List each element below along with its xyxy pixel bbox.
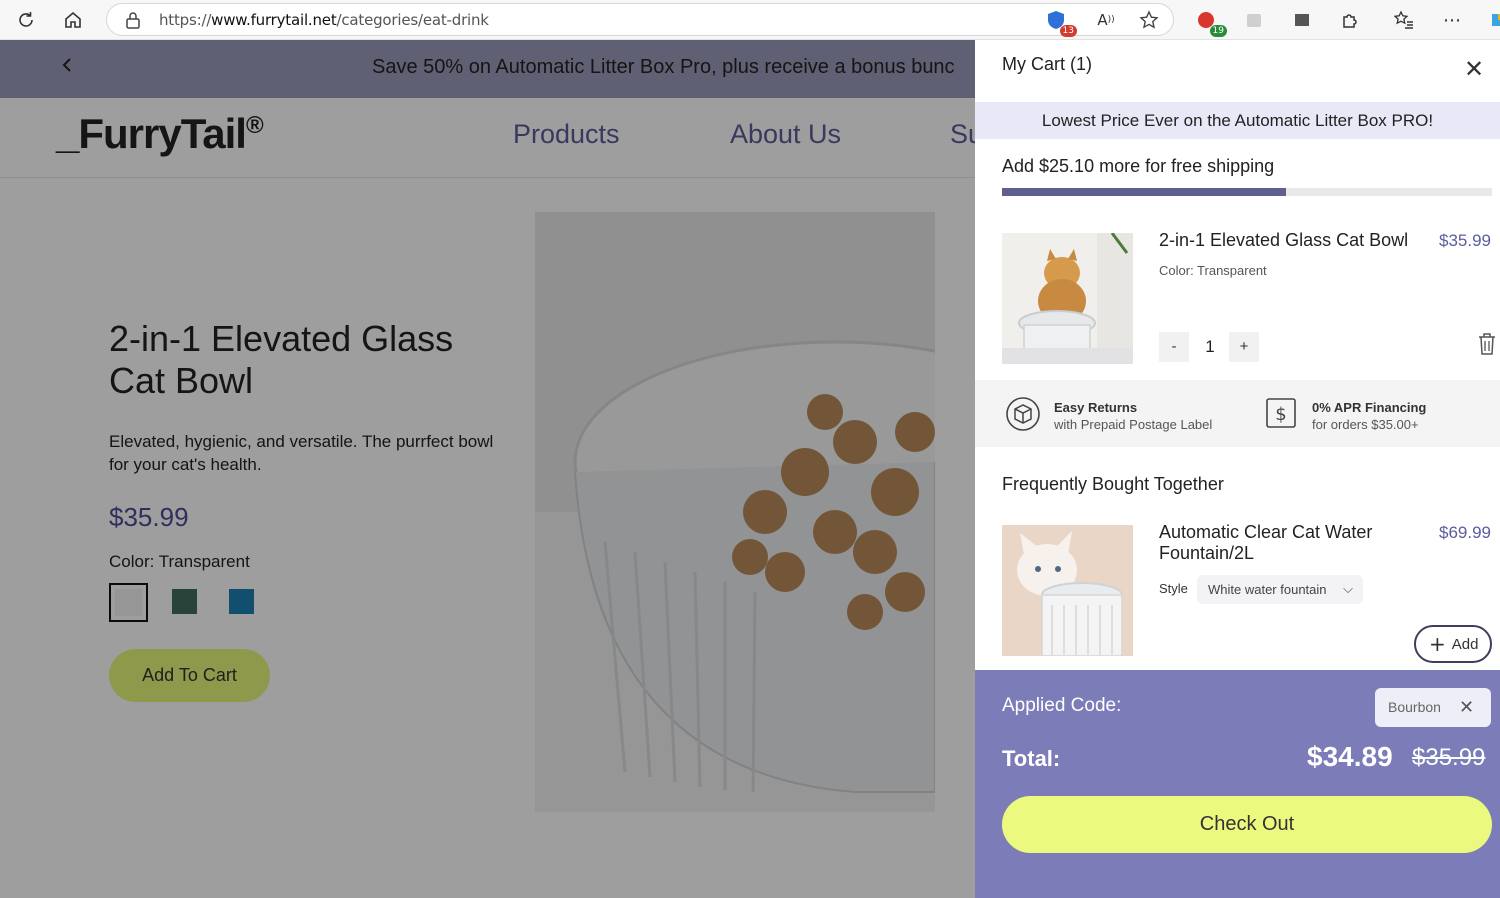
fbt-product-price: $69.99 — [1439, 523, 1491, 542]
total-discounted-price: $34.89 — [1307, 741, 1393, 772]
remove-code-icon[interactable]: ✕ — [1459, 688, 1474, 727]
perk-returns-title: Easy Returns — [1054, 400, 1138, 415]
url-domain: www.furrytail.net — [211, 11, 337, 29]
read-aloud-icon[interactable]: A)) — [1092, 6, 1120, 34]
cart-item-name[interactable]: 2-in-1 Elevated Glass Cat Bowl — [1159, 230, 1408, 251]
quantity-value[interactable]: 1 — [1195, 332, 1225, 362]
fbt-product-image[interactable] — [1002, 525, 1133, 656]
style-select[interactable]: White water fountain ⌵ — [1197, 575, 1363, 604]
perk-financing-title: 0% APR Financing — [1312, 400, 1427, 415]
home-icon[interactable] — [59, 6, 87, 34]
quantity-decrease-button[interactable]: - — [1159, 332, 1189, 362]
lock-icon[interactable] — [125, 11, 141, 34]
box-return-icon — [1005, 396, 1041, 437]
cart-promo-banner: Lowest Price Ever on the Automatic Litte… — [975, 102, 1500, 139]
shipping-progress-bar — [1002, 188, 1492, 196]
extension-shield-icon[interactable]: 13 — [1042, 6, 1077, 37]
plus-icon: + — [1429, 632, 1446, 656]
cart-item-color: Color: Transparent — [1159, 263, 1267, 278]
cart-summary: Applied Code: Bourbon ✕ Total: $34.89 $3… — [975, 670, 1500, 898]
product-page: Save 50% on Automatic Litter Box Pro, pl… — [0, 40, 975, 898]
extension-gray-icon[interactable] — [1240, 6, 1268, 34]
extension-badge: 13 — [1059, 25, 1077, 37]
refresh-icon[interactable] — [12, 6, 40, 34]
page-overlay[interactable] — [0, 40, 975, 898]
style-selected-value: White water fountain — [1208, 582, 1327, 597]
applied-code-chip: Bourbon ✕ — [1375, 688, 1491, 727]
trash-icon[interactable] — [1477, 332, 1497, 356]
checkout-button[interactable]: Check Out — [1002, 796, 1492, 853]
fbt-product-name[interactable]: Automatic Clear Cat Water Fountain/2L — [1159, 522, 1409, 564]
extension-badge-2: 19 — [1209, 25, 1227, 37]
total-original-price: $35.99 — [1412, 744, 1486, 771]
url-scheme: https:// — [159, 11, 212, 29]
free-shipping-text: Add $25.10 more for free shipping — [1002, 156, 1275, 176]
extension-image-icon[interactable] — [1288, 6, 1316, 34]
quantity-increase-button[interactable]: + — [1229, 332, 1259, 362]
applied-code-label: Applied Code: — [1002, 695, 1122, 716]
fbt-add-button[interactable]: + Add — [1414, 625, 1492, 663]
extensions-puzzle-icon[interactable] — [1336, 6, 1364, 34]
copilot-icon[interactable] — [1484, 6, 1500, 34]
cart-drawer: My Cart (1) ✕ Lowest Price Ever on the A… — [975, 40, 1500, 898]
more-menu-icon[interactable]: ⋯ — [1438, 6, 1466, 34]
address-bar[interactable]: https://www.furrytail.net/categories/eat… — [106, 3, 1174, 37]
perk-financing-subtitle: for orders $35.00+ — [1312, 417, 1419, 432]
applied-code-value: Bourbon — [1388, 699, 1441, 715]
favorites-list-icon[interactable] — [1390, 6, 1418, 34]
favorite-star-icon[interactable] — [1135, 6, 1163, 34]
extension-red-icon[interactable]: 19 — [1192, 6, 1227, 37]
total-label: Total: — [1002, 746, 1061, 771]
url-path: /categories/eat-drink — [336, 11, 489, 29]
shipping-progress-fill — [1002, 188, 1287, 196]
fbt-add-label: Add — [1451, 636, 1479, 653]
dollar-card-icon: $ — [1264, 395, 1298, 436]
svg-text:$: $ — [1275, 404, 1286, 425]
cart-item-image[interactable] — [1002, 233, 1133, 364]
browser-toolbar: https://www.furrytail.net/categories/eat… — [0, 0, 1500, 40]
url-text[interactable]: https://www.furrytail.net/categories/eat… — [159, 11, 489, 29]
cart-perks: Easy Returns with Prepaid Postage Label … — [975, 380, 1500, 447]
fbt-title: Frequently Bought Together — [1002, 474, 1224, 494]
cart-item-price: $35.99 — [1439, 231, 1491, 250]
style-label: Style — [1159, 581, 1188, 596]
close-icon[interactable]: ✕ — [1464, 55, 1484, 83]
chevron-down-icon: ⌵ — [1343, 582, 1353, 597]
cart-title: My Cart (1) — [1002, 54, 1092, 74]
perk-returns-subtitle: with Prepaid Postage Label — [1054, 417, 1213, 432]
